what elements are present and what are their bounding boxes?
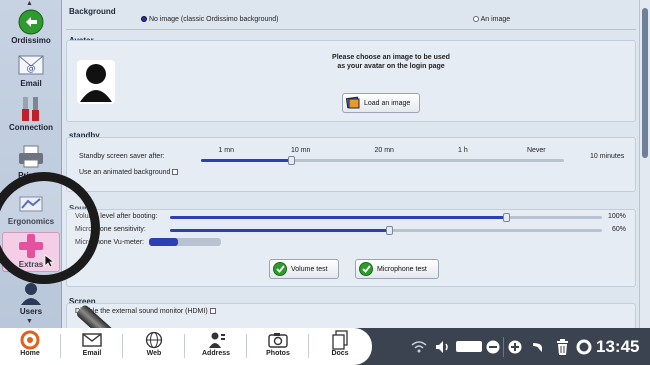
- standby-saver-label: Standby screen saver after:: [79, 153, 165, 160]
- load-image-label: Load an image: [364, 99, 411, 107]
- back-arrow-icon[interactable]: [530, 328, 546, 365]
- standby-slider-fill: [201, 159, 292, 162]
- camera-icon: [254, 330, 302, 350]
- checkmark-icon: [359, 262, 373, 276]
- svg-text:@: @: [27, 64, 36, 74]
- tools-icon: [14, 96, 48, 122]
- documents-icon: [316, 330, 364, 350]
- taskbar-label: Docs: [331, 350, 349, 357]
- standby-tick-label: 1 h: [457, 147, 468, 154]
- image-radio[interactable]: [473, 16, 479, 23]
- email-envelope-icon: @: [14, 52, 48, 78]
- volume-slider-fill: [170, 216, 507, 219]
- microphone-test-label: Microphone test: [377, 265, 427, 273]
- standby-tick-label: 20 mn: [374, 147, 394, 154]
- taskbar-separator: [184, 334, 185, 358]
- load-image-button[interactable]: Load an image: [342, 93, 420, 113]
- vu-meter-fill: [149, 238, 178, 246]
- zoom-in-icon[interactable]: [507, 328, 523, 365]
- taskbar: Home Email Web Address Photos Docs 13:45: [0, 328, 650, 365]
- background-option-image[interactable]: An image: [473, 16, 510, 23]
- settings-content: Background No image (classic Ordissimo b…: [63, 0, 639, 328]
- vu-meter: [149, 238, 221, 246]
- avatar-image: [77, 60, 115, 104]
- taskbar-address[interactable]: Address: [192, 330, 240, 363]
- taskbar-web[interactable]: Web: [130, 330, 178, 363]
- hdmi-checkbox[interactable]: [209, 308, 216, 315]
- volume-test-label: Volume test: [291, 265, 328, 273]
- sidebar-item-ordissimo[interactable]: Ordissimo: [2, 9, 60, 49]
- clock: 13:45: [596, 337, 640, 356]
- animated-background-option[interactable]: Use an animated background: [79, 169, 179, 176]
- volume-test-button[interactable]: Volume test: [269, 259, 339, 279]
- printer-icon: [14, 144, 48, 170]
- mic-sensitivity-value: 60%: [612, 226, 627, 233]
- background-section-title: Background: [69, 7, 116, 16]
- volume-down-icon[interactable]: [485, 328, 501, 365]
- background-option-no-image[interactable]: No image (classic Ordissimo background): [141, 16, 279, 23]
- taskbar-email[interactable]: Email: [68, 330, 116, 363]
- checkmark-icon: [273, 262, 287, 276]
- volume-slider-knob[interactable]: [502, 213, 510, 222]
- wifi-icon[interactable]: [410, 328, 428, 365]
- mic-slider-knob[interactable]: [386, 226, 394, 235]
- standby-value: 10 minutes: [590, 153, 625, 160]
- sidebar-item-label: Users: [19, 307, 43, 316]
- taskbar-separator: [60, 334, 61, 358]
- standby-tick-label: Never: [526, 147, 546, 154]
- no-image-label: No image (classic Ordissimo background): [148, 16, 279, 23]
- no-image-radio[interactable]: [141, 16, 147, 23]
- standby-slider[interactable]: [201, 156, 564, 166]
- mic-slider-fill: [170, 229, 391, 232]
- microphone-test-button[interactable]: Microphone test: [355, 259, 439, 279]
- section-divider: [66, 29, 636, 30]
- sidebar-item-connection[interactable]: Connection: [2, 96, 60, 136]
- animated-background-checkbox[interactable]: [172, 169, 179, 176]
- sidebar-item-label: Email: [20, 79, 42, 88]
- trash-icon[interactable]: [554, 328, 570, 365]
- taskbar-label: Address: [201, 350, 230, 357]
- avatar-instruction-line2: as your avatar on the login page: [337, 63, 445, 70]
- standby-tick-label: 1 mn: [218, 147, 234, 154]
- envelope-icon: [68, 330, 116, 350]
- content-scrollbar[interactable]: [639, 0, 650, 328]
- scrollbar-thumb[interactable]: [642, 8, 648, 158]
- volume-bar-icon[interactable]: [454, 328, 484, 365]
- sidebar-scroll-down-icon[interactable]: ▼: [26, 318, 33, 325]
- image-gallery-icon: [345, 96, 360, 111]
- standby-tick-label: 10 mn: [291, 147, 311, 154]
- globe-icon: [130, 330, 178, 350]
- sidebar-item-label: Ordissimo: [11, 36, 51, 45]
- taskbar-label: Email: [82, 350, 102, 357]
- mouse-cursor-icon: [44, 254, 56, 270]
- volume-value: 100%: [608, 213, 626, 220]
- ordissimo-home-icon: [6, 330, 54, 350]
- screen-panel: [66, 303, 636, 328]
- volume-slider[interactable]: [170, 213, 602, 223]
- taskbar-label: Home: [20, 350, 40, 357]
- image-label: An image: [480, 16, 511, 23]
- taskbar-separator: [122, 334, 123, 358]
- taskbar-home[interactable]: Home: [6, 330, 54, 363]
- speaker-icon[interactable]: [434, 328, 452, 365]
- sidebar-item-users[interactable]: Users: [2, 280, 60, 320]
- avatar-instruction: Please choose an image to be used as you…: [263, 53, 519, 71]
- address-book-icon: [192, 330, 240, 350]
- taskbar-docs[interactable]: Docs: [316, 330, 364, 363]
- taskbar-label: Photos: [266, 350, 290, 357]
- taskbar-label: Web: [146, 350, 162, 357]
- sidebar-item-label: Connection: [9, 123, 53, 132]
- avatar-instruction-line1: Please choose an image to be used: [332, 54, 450, 61]
- back-arrow-icon: [14, 9, 48, 35]
- taskbar-separator: [308, 334, 309, 358]
- lifebuoy-icon[interactable]: [575, 328, 593, 365]
- animated-background-label: Use an animated background: [79, 169, 171, 176]
- taskbar-separator: [246, 334, 247, 358]
- sidebar-scroll-up-icon[interactable]: ▲: [26, 0, 33, 7]
- tray-separator: [503, 337, 504, 357]
- sidebar-item-email[interactable]: @ Email: [2, 52, 60, 92]
- standby-slider-knob[interactable]: [287, 156, 295, 165]
- mic-sensitivity-slider[interactable]: [170, 226, 602, 236]
- taskbar-photos[interactable]: Photos: [254, 330, 302, 363]
